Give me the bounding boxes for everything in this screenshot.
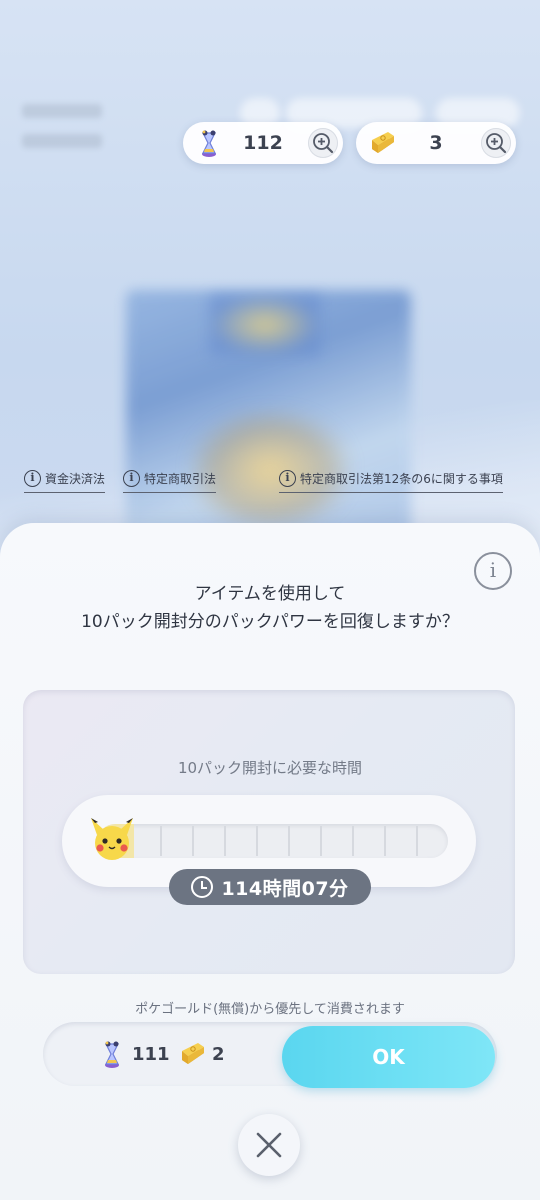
time-remaining-value: 114時間07分 xyxy=(221,877,349,900)
gauge-segment-divider xyxy=(192,826,194,856)
info-icon: i xyxy=(489,558,497,582)
legal-link-article-12-6[interactable]: i 特定商取引法第12条の6に関する事項 xyxy=(279,467,503,493)
pack-power-gauge-track xyxy=(98,824,448,858)
legal-link-label: 特定商取引法 xyxy=(144,472,217,486)
gauge-segment-divider xyxy=(224,826,226,856)
dialog-question: アイテムを使用して 10パック開封分のパックパワーを回復しますか？ xyxy=(0,580,540,636)
gauge-segment-divider xyxy=(320,826,322,856)
background-ghost-text xyxy=(22,134,102,148)
gold-bar-icon xyxy=(182,1043,204,1064)
dialog-question-line1: アイテムを使用して xyxy=(194,584,346,604)
hourglass-currency-pill: 112 xyxy=(183,122,343,164)
gold-bar-icon xyxy=(372,132,394,153)
info-icon: i xyxy=(24,470,41,487)
ok-button[interactable]: OK xyxy=(282,1026,495,1088)
gauge-segment-divider xyxy=(352,826,354,856)
zoom-plus-icon xyxy=(313,133,334,154)
time-remaining-badge: 114時間07分 xyxy=(169,869,371,905)
info-icon: i xyxy=(123,470,140,487)
gauge-segment-divider xyxy=(160,826,162,856)
gauge-segment-divider xyxy=(384,826,386,856)
pikachu-icon xyxy=(91,818,133,860)
background-pack-logo xyxy=(210,295,320,355)
priority-note: ポケゴールド(無償)から優先して消費されます xyxy=(135,1002,405,1017)
hourglass-icon xyxy=(202,130,216,157)
gold-after-value: 2 xyxy=(212,1043,225,1065)
hourglass-zoom-button[interactable] xyxy=(308,128,338,158)
gauge-segment-divider xyxy=(288,826,290,856)
legal-link-payment-services[interactable]: i 資金決済法 xyxy=(24,467,106,493)
hourglass-icon xyxy=(105,1041,119,1068)
needed-time-label: 10パック開封に必要な時間 xyxy=(177,759,363,777)
hourglass-after-count: 111 xyxy=(96,1036,170,1072)
zoom-plus-icon xyxy=(486,133,507,154)
gauge-segment-divider xyxy=(256,826,258,856)
close-button[interactable] xyxy=(238,1114,300,1176)
gold-currency-pill: 3 xyxy=(356,122,516,164)
gold-after-count: 2 xyxy=(176,1036,225,1072)
gold-zoom-button[interactable] xyxy=(481,128,511,158)
background-ghost-text xyxy=(22,104,102,118)
close-icon xyxy=(256,1132,282,1158)
legal-link-commercial-transactions[interactable]: i 特定商取引法 xyxy=(123,467,217,493)
dialog-question-line2: 10パック開封分のパックパワーを回復しますか？ xyxy=(81,612,459,632)
legal-link-label: 特定商取引法第12条の6に関する事項 xyxy=(300,472,503,486)
gold-count: 3 xyxy=(429,132,443,154)
clock-icon xyxy=(191,876,214,898)
gauge-segment-divider xyxy=(416,826,418,856)
info-icon: i xyxy=(279,470,296,487)
hourglass-count: 112 xyxy=(243,132,283,154)
hourglass-after-value: 111 xyxy=(132,1043,170,1065)
legal-link-label: 資金決済法 xyxy=(45,472,106,486)
